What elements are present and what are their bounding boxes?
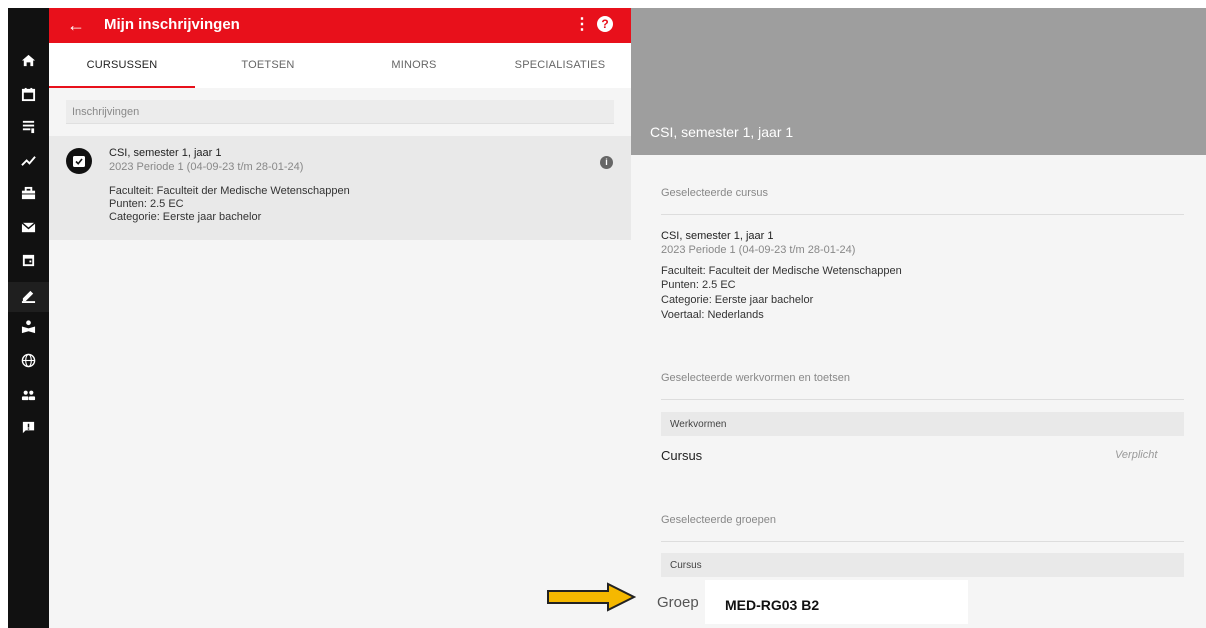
kebab-icon[interactable]: ⋮ <box>574 14 590 34</box>
enrollment-category: Categorie: Eerste jaar bachelor <box>109 211 262 223</box>
active-tab-indicator <box>49 86 195 88</box>
app-bar: ← Mijn inschrijvingen ⋮ ? <box>49 8 631 43</box>
detail-header: CSI, semester 1, jaar 1 <box>631 8 1206 155</box>
course-language: Voertaal: Nederlands <box>661 309 764 321</box>
course-period: 2023 Periode 1 (04-09-23 t/m 28-01-24) <box>661 244 856 256</box>
calendar-day-icon[interactable] <box>21 253 36 268</box>
course-category: Categorie: Eerste jaar bachelor <box>661 294 814 306</box>
arrow-left-icon[interactable]: ← <box>67 15 85 35</box>
tab-specialisaties[interactable]: SPECIALISATIES <box>487 43 633 88</box>
home-icon[interactable] <box>21 53 36 68</box>
tab-bar: CURSUSSEN TOETSEN MINORS SPECIALISATIES <box>49 43 631 88</box>
info-icon[interactable]: i <box>600 156 613 169</box>
screen: ← Mijn inschrijvingen ⋮ ? CURSUSSEN TOET… <box>0 0 1206 628</box>
divider <box>661 214 1184 215</box>
work-forms-label: Geselecteerde werkvormen en toetsen <box>661 372 850 384</box>
enrollments-panel: ← Mijn inschrijvingen ⋮ ? CURSUSSEN TOET… <box>49 8 631 628</box>
group-value: MED-RG03 B2 <box>705 580 968 624</box>
nav-rail <box>8 8 49 628</box>
list-icon[interactable] <box>21 119 36 134</box>
edit-icon[interactable] <box>21 288 36 303</box>
calendar-icon[interactable] <box>21 87 36 102</box>
help-icon[interactable]: ? <box>597 16 613 32</box>
tab-minors[interactable]: MINORS <box>341 43 487 88</box>
trend-icon[interactable] <box>21 153 36 168</box>
detail-title: CSI, semester 1, jaar 1 <box>650 124 794 140</box>
learn-icon[interactable] <box>21 319 36 334</box>
divider <box>661 399 1184 400</box>
tab-toetsen[interactable]: TOETSEN <box>195 43 341 88</box>
enrollment-points: Punten: 2.5 EC <box>109 198 184 210</box>
divider <box>661 541 1184 542</box>
selected-course-label: Geselecteerde cursus <box>661 187 768 199</box>
people-icon[interactable] <box>21 387 36 402</box>
feedback-icon[interactable] <box>21 420 36 435</box>
tab-cursussen[interactable]: CURSUSSEN <box>49 43 195 88</box>
enrollment-period: 2023 Periode 1 (04-09-23 t/m 28-01-24) <box>109 161 304 173</box>
enrollment-list-item[interactable]: CSI, semester 1, jaar 1 2023 Periode 1 (… <box>49 136 631 240</box>
course-points: Punten: 2.5 EC <box>661 279 736 291</box>
enrollment-faculty: Faculteit: Faculteit der Medische Wetens… <box>109 185 350 197</box>
course-faculty: Faculteit: Faculteit der Medische Wetens… <box>661 265 902 277</box>
work-forms-bar: Werkvormen <box>661 412 1184 436</box>
course-title: CSI, semester 1, jaar 1 <box>661 230 774 242</box>
mail-icon[interactable] <box>21 220 36 235</box>
enrollment-title: CSI, semester 1, jaar 1 <box>109 147 222 159</box>
groups-label: Geselecteerde groepen <box>661 514 776 526</box>
globe-icon[interactable] <box>21 353 36 368</box>
annotation-arrow-icon <box>547 582 636 612</box>
briefcase-icon[interactable] <box>21 186 36 201</box>
work-row-title: Cursus <box>661 448 703 463</box>
groups-bar: Cursus <box>661 553 1184 577</box>
group-label: Groep <box>657 594 699 611</box>
detail-panel: CSI, semester 1, jaar 1 Geselecteerde cu… <box>631 8 1206 628</box>
check-badge-icon <box>66 148 92 174</box>
page-title: Mijn inschrijvingen <box>104 16 240 33</box>
required-tag: Verplicht <box>1115 449 1158 461</box>
search-input[interactable]: Inschrijvingen <box>66 100 614 124</box>
